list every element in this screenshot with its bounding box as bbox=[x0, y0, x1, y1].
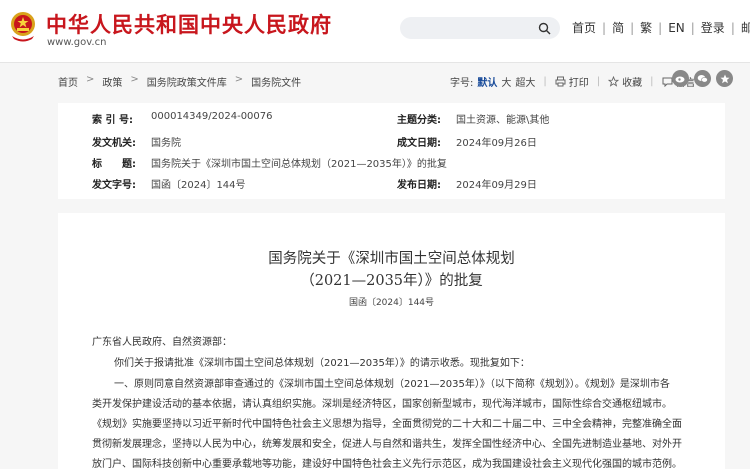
tools-divider: | bbox=[596, 76, 601, 87]
doc-number-label: 发文字号: bbox=[92, 180, 136, 191]
document-paragraph: 类开发保护建设活动的基本依据，请认真组织实施。深圳是经济特区，国家创新型城市，现… bbox=[92, 399, 672, 410]
document-paragraph: 放门户、国际科技创新中心重要承载地等功能，建设好中国特色社会主义先行示范区，成为… bbox=[92, 459, 682, 469]
breadcrumb-state-council-docs[interactable]: 国务院文件 bbox=[251, 74, 301, 89]
site-header: 中华人民共和国中央人民政府 www.gov.cn 首页 | 简 | 繁 | EN… bbox=[0, 0, 750, 62]
breadcrumb-bar: 首页 > 政策 > 国务院政策文件库 > 国务院文件 字号: 默认 大 超大 |… bbox=[46, 68, 733, 94]
metadata-row: 索 引 号: 000014349/2024-00076 主题分类: 国土资源、能… bbox=[58, 111, 725, 135]
breadcrumb: 首页 > 政策 > 国务院政策文件库 > 国务院文件 bbox=[58, 74, 301, 89]
document-metadata: 索 引 号: 000014349/2024-00076 主题分类: 国土资源、能… bbox=[58, 103, 725, 199]
tools-divider: | bbox=[543, 76, 547, 87]
written-date-label: 成文日期: bbox=[397, 138, 441, 149]
breadcrumb-separator-icon: > bbox=[130, 74, 139, 85]
doc-number-value: 国函〔2024〕144号 bbox=[151, 180, 246, 191]
breadcrumb-home[interactable]: 首页 bbox=[58, 74, 78, 89]
breadcrumb-separator-icon: > bbox=[86, 74, 95, 85]
site-url: www.gov.cn bbox=[47, 37, 107, 48]
search-icon[interactable] bbox=[538, 22, 551, 35]
nav-traditional[interactable]: 繁 bbox=[640, 19, 652, 36]
nav-divider: | bbox=[602, 20, 607, 35]
nav-mail[interactable]: 邮箱 bbox=[741, 19, 750, 36]
issuer-label: 发文机关: bbox=[92, 138, 136, 149]
index-number-value: 000014349/2024-00076 bbox=[151, 111, 273, 122]
publish-date-value: 2024年09月29日 bbox=[456, 180, 537, 191]
document-title-line-2: （2021—2035年）》的批复 bbox=[300, 273, 483, 289]
nav-simplified[interactable]: 简 bbox=[612, 19, 624, 36]
site-title[interactable]: 中华人民共和国中央人民政府 bbox=[46, 9, 332, 39]
document-number: 国函〔2024〕144号 bbox=[348, 298, 435, 308]
written-date-value: 2024年09月26日 bbox=[456, 138, 537, 149]
document-addressee: 广东省人民政府、自然资源部： bbox=[92, 337, 232, 348]
collect-button[interactable]: 收藏 bbox=[622, 74, 642, 89]
document-title-line-1: 国务院关于《深圳市国土空间总体规划 bbox=[268, 251, 515, 267]
weibo-share-icon[interactable] bbox=[672, 70, 689, 87]
share-group bbox=[672, 70, 738, 87]
title-value: 国务院关于《深圳市国土空间总体规划（2021—2035年）》的批复 bbox=[151, 159, 447, 170]
font-size-default[interactable]: 默认 bbox=[477, 74, 497, 89]
comment-icon[interactable] bbox=[662, 76, 673, 87]
nav-english[interactable]: EN bbox=[668, 21, 685, 35]
nav-divider: | bbox=[658, 20, 663, 35]
nav-home[interactable]: 首页 bbox=[572, 19, 596, 36]
publish-date-label: 发布日期: bbox=[397, 180, 441, 191]
page-tools: 字号: 默认 大 超大 | 打印 | 收藏 | 留言 bbox=[450, 74, 696, 89]
index-number-label: 索 引 号: bbox=[92, 115, 133, 126]
title-label: 标 题: bbox=[92, 159, 136, 170]
breadcrumb-policy-library[interactable]: 国务院政策文件库 bbox=[147, 74, 227, 89]
font-size-large[interactable]: 大 bbox=[501, 74, 511, 89]
search-input[interactable] bbox=[400, 17, 560, 39]
issuer-value: 国务院 bbox=[151, 138, 181, 149]
print-button[interactable]: 打印 bbox=[569, 74, 589, 89]
national-emblem-icon bbox=[11, 12, 35, 42]
nav-login[interactable]: 登录 bbox=[701, 19, 725, 36]
document-paragraph: 《规划》实施要坚持以习近平新时代中国特色社会主义思想为指导，全面贯彻党的二十大和… bbox=[92, 419, 682, 430]
top-nav: 首页 | 简 | 繁 | EN | 登录 | 邮箱 bbox=[572, 19, 750, 36]
nav-divider: | bbox=[630, 20, 635, 35]
metadata-row: 发文字号: 国函〔2024〕144号 发布日期: 2024年09月29日 bbox=[58, 176, 725, 200]
star-icon[interactable] bbox=[608, 76, 620, 87]
topic-label: 主题分类: bbox=[397, 115, 441, 126]
breadcrumb-policy[interactable]: 政策 bbox=[102, 74, 122, 89]
breadcrumb-separator-icon: > bbox=[234, 74, 244, 85]
document-paragraph: 贯彻新发展理念，坚持以人民为中心，统筹发展和安全，促进人与自然和谐共生，发挥全国… bbox=[92, 439, 682, 450]
qzone-share-icon[interactable] bbox=[716, 70, 733, 87]
nav-divider: | bbox=[730, 20, 735, 35]
wechat-share-icon[interactable] bbox=[694, 70, 711, 87]
document-body: 国务院关于《深圳市国土空间总体规划 （2021—2035年）》的批复 国函〔20… bbox=[58, 213, 725, 469]
font-size-label: 字号: bbox=[450, 78, 474, 89]
topic-value: 国土资源、能源\其他 bbox=[456, 115, 550, 126]
tools-divider: | bbox=[650, 76, 654, 87]
document-paragraph: 你们关于报请批准《深圳市国土空间总体规划（2021—2035年）》的请示收悉。现… bbox=[114, 358, 530, 369]
document-paragraph: 一、原则同意自然资源部审查通过的《深圳市国土空间总体规划（2021—2035年）… bbox=[114, 379, 670, 390]
font-size-xlarge[interactable]: 超大 bbox=[515, 74, 535, 89]
print-icon[interactable] bbox=[555, 76, 566, 87]
nav-divider: | bbox=[690, 20, 695, 35]
